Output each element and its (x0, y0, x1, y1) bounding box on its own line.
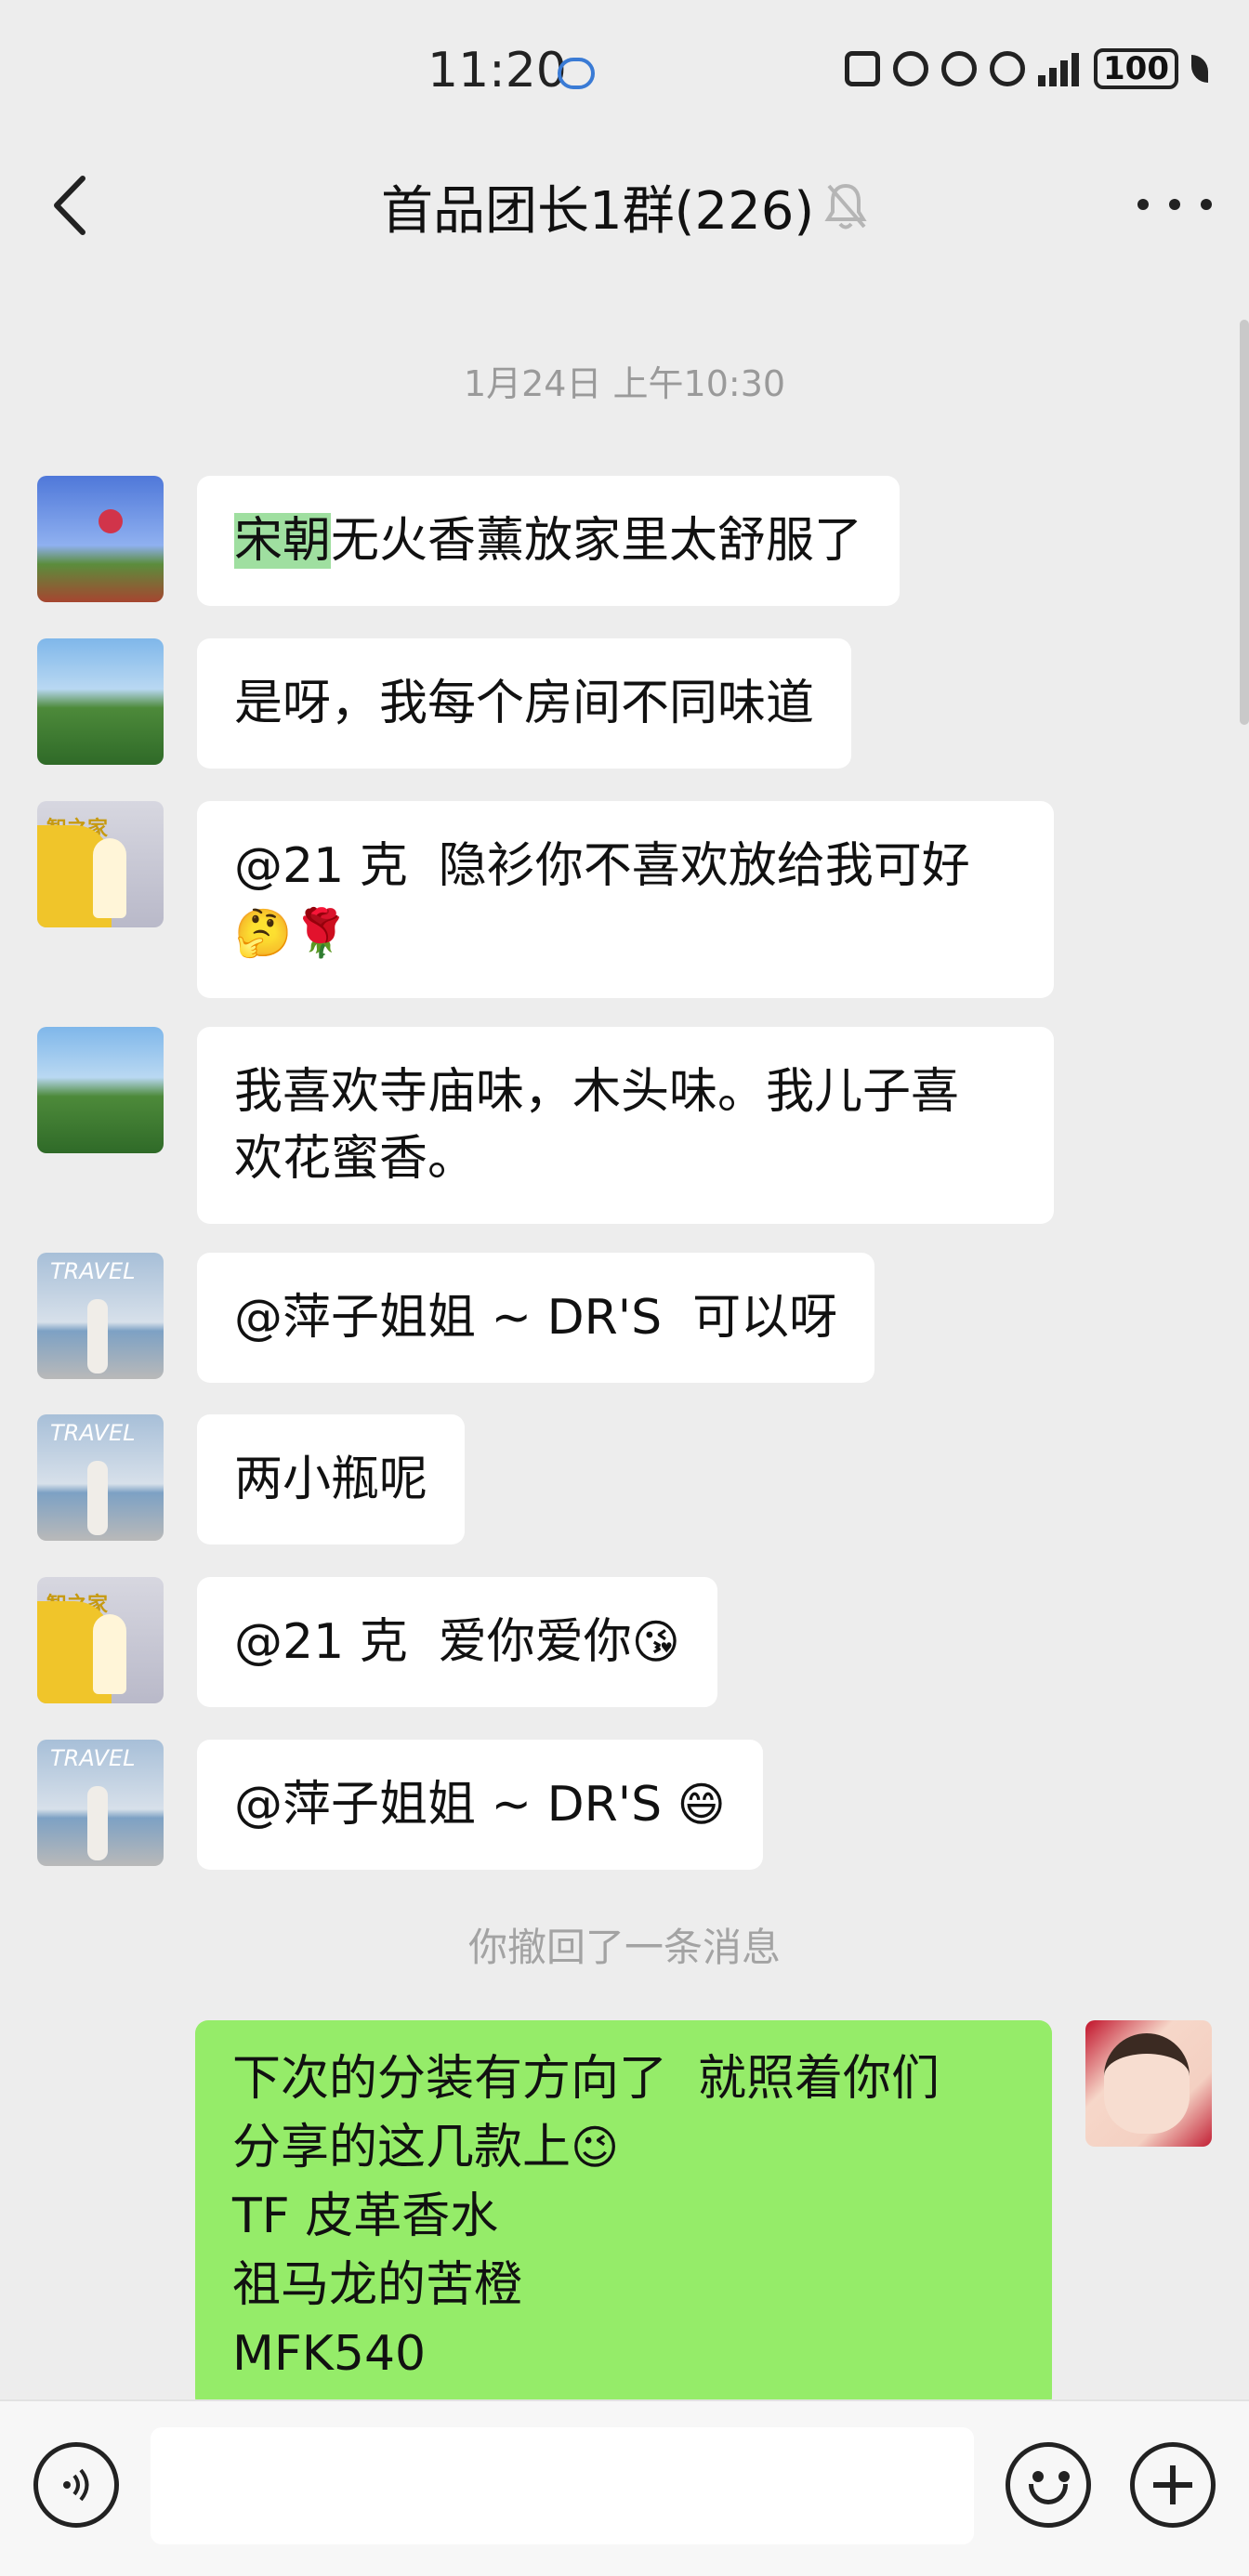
avatar[interactable]: TRAVEL (37, 1414, 164, 1541)
emoji-eye (1058, 2471, 1070, 2482)
message-text: 两小瓶呢 (234, 1452, 428, 1507)
avatar-figure (87, 1786, 108, 1860)
message-line: TF 皮革香水 (232, 2188, 499, 2244)
emoji-button[interactable] (1006, 2442, 1091, 2528)
avatar-text: TRAVEL (50, 1745, 136, 1771)
status-icons: 100 (845, 48, 1208, 89)
wifi-icon (990, 51, 1026, 86)
timestamp-divider: 1月24日 上午10:30 (463, 363, 786, 404)
power-saving-icon (1191, 55, 1208, 83)
avatar-figure (93, 838, 126, 918)
message-bubble[interactable]: @21 克 爱你爱你😘 (197, 1577, 717, 1707)
chevron-left-icon (54, 176, 85, 235)
message-text: @21 克 隐衫你不喜欢放给我可好 (234, 838, 970, 894)
recall-notice: 你撤回了一条消息 (467, 1925, 781, 1970)
avatar[interactable] (37, 1027, 164, 1153)
my-message-bubble[interactable]: 下次的分装有方向了 就照着你们 分享的这几款上😉 TF 皮革香水 祖马龙的苦橙 … (195, 2020, 1052, 2411)
avatar-figure (87, 1461, 108, 1535)
avatar[interactable]: TRAVEL (37, 1740, 164, 1866)
message-bubble[interactable]: @萍子姐姐 ~ DR'S 可以呀 (197, 1253, 875, 1383)
avatar-text: TRAVEL (50, 1420, 136, 1446)
more-options-button[interactable] (1137, 177, 1212, 232)
mute-bell-icon (824, 183, 867, 230)
avatar-face (1104, 2033, 1190, 2134)
chat-title: 首品团长1群(226) (381, 181, 815, 242)
more-functions-button[interactable] (1130, 2442, 1216, 2528)
message-bubble[interactable]: 两小瓶呢 (197, 1414, 466, 1544)
message-text: @萍子姐姐 ~ DR'S (234, 1777, 663, 1833)
back-button[interactable] (37, 173, 102, 238)
avatar[interactable] (37, 476, 164, 602)
emoji: 😄 (677, 1778, 726, 1832)
emoji-eye (1032, 2471, 1044, 2482)
dot-icon (1137, 199, 1149, 210)
chat-header: 首品团长1群(226) (0, 139, 1249, 279)
dot-icon (1201, 199, 1212, 210)
dot-icon (1169, 199, 1180, 210)
status-time: 11:20 (427, 43, 567, 99)
message-text: 无火香薰放家里太舒服了 (331, 513, 863, 569)
message-line: MFK540 (232, 2326, 427, 2382)
message-text: 是呀，我每个房间不同味道 (234, 676, 815, 731)
nfc-icon (845, 51, 881, 86)
status-bar: 11:20 100 (0, 0, 1249, 139)
avatar[interactable]: TRAVEL (37, 1253, 164, 1379)
emoji: 🤔🌹 (234, 906, 350, 960)
emoji: 😉 (571, 2121, 620, 2175)
message-bubble[interactable]: 我喜欢寺庙味，木头味。我儿子喜 欢花蜜香。 (197, 1027, 1054, 1224)
avatar-figure (87, 1299, 108, 1373)
avatar-text: TRAVEL (50, 1258, 136, 1284)
avatar[interactable] (37, 638, 164, 765)
message-line: 祖马龙的苦橙 (232, 2257, 523, 2313)
input-bar (0, 2399, 1249, 2576)
message-text: @21 克 爱你爱你 (234, 1614, 632, 1670)
emoji-mouth (1029, 2484, 1068, 2504)
message-notification-icon (558, 58, 595, 89)
message-input[interactable] (151, 2427, 974, 2544)
alarm-icon (893, 51, 929, 86)
avatar[interactable]: 智之家 (37, 1577, 164, 1703)
voice-icon (63, 2468, 89, 2502)
signal-icon (1038, 51, 1081, 86)
message-bubble[interactable]: @萍子姐姐 ~ DR'S 😄 (197, 1740, 763, 1870)
message-text: @萍子姐姐 ~ DR'S 可以呀 (234, 1290, 838, 1346)
message-bubble[interactable]: @21 克 隐衫你不喜欢放给我可好 🤔🌹 (197, 801, 1054, 998)
my-avatar[interactable] (1085, 2020, 1212, 2147)
emoji: 😘 (631, 1615, 680, 1669)
voice-input-button[interactable] (33, 2442, 119, 2528)
message-bubble[interactable]: 是呀，我每个房间不同味道 (197, 638, 852, 769)
highlighted-text: 宋朝 (234, 513, 332, 569)
avatar[interactable]: 智之家 (37, 801, 164, 927)
message-bubble[interactable]: 宋朝无火香薰放家里太舒服了 (197, 476, 901, 606)
avatar-figure (93, 1614, 126, 1694)
battery-indicator: 100 (1094, 48, 1178, 89)
message-text: 我喜欢寺庙味，木头味。我儿子喜 欢花蜜香。 (234, 1064, 960, 1187)
mute-bell-icon (941, 51, 978, 86)
